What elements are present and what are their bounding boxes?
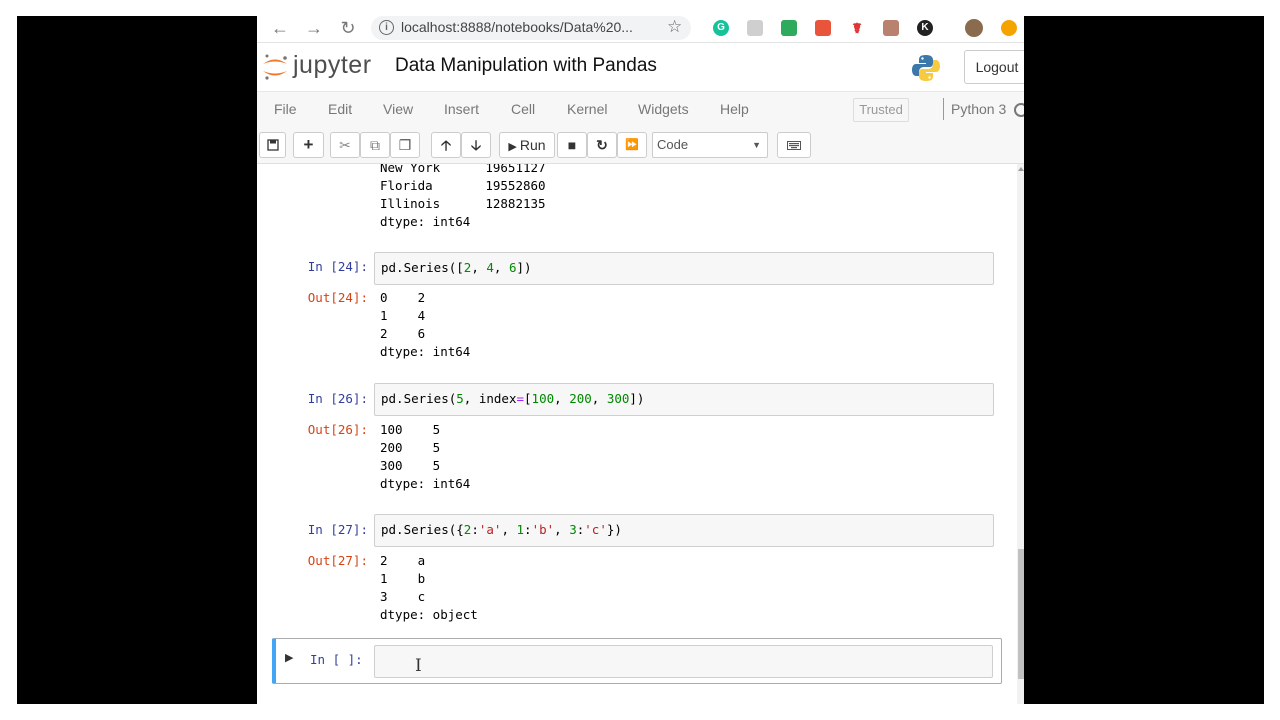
info-icon[interactable]: i [379, 20, 394, 35]
input-prompt: In [24]: [307, 259, 368, 274]
kernel-status-icon [1014, 103, 1024, 117]
menu-cell[interactable]: Cell [511, 101, 535, 117]
code-cell-input[interactable]: pd.Series(5, index=[100, 200, 300]) [374, 383, 994, 416]
extension-icon[interactable] [747, 20, 763, 36]
output-prompt: Out[26]: [307, 422, 368, 437]
run-label: Run [519, 137, 546, 153]
jupyter-header: jupyter Data Manipulation with Pandas Lo… [257, 43, 1024, 91]
screenshot-extension-icon[interactable] [781, 20, 797, 36]
interrupt-button[interactable]: ■ [557, 132, 587, 158]
output-line: 0 2 [380, 290, 426, 305]
keyboard-icon [787, 141, 801, 150]
scrollbar-thumb[interactable] [1018, 549, 1024, 679]
browser-window: ← → ↻ i localhost:8888/notebooks/Data%20… [257, 16, 1024, 704]
code-text: pd.Series({2:'a', 1:'b', 3:'c'}) [381, 522, 622, 537]
code-cell-input[interactable]: pd.Series([2, 4, 6]) [374, 252, 994, 285]
selected-cell[interactable]: ▶​ In [ ]: I [272, 638, 1002, 684]
lock-extension-icon[interactable]: ☤ [849, 20, 865, 36]
output-line: 200 5 [380, 440, 441, 455]
restart-run-all-button[interactable]: ⏩ [617, 132, 647, 158]
address-bar[interactable]: i localhost:8888/notebooks/Data%20... ☆ [371, 16, 691, 40]
scrollbar[interactable] [1017, 164, 1024, 704]
code-cell-input[interactable]: pd.Series({2:'a', 1:'b', 3:'c'}) [374, 514, 994, 547]
orange-extension-icon[interactable] [1001, 20, 1017, 36]
dropdown-arrow-icon: ▼ [752, 140, 761, 150]
profile-avatar[interactable] [965, 19, 983, 37]
output-line: dtype: int64 [380, 344, 471, 359]
cell-type-select[interactable]: Code ▼ [652, 132, 768, 158]
save-button[interactable] [259, 132, 286, 158]
pdf-extension-icon[interactable] [883, 20, 899, 36]
insert-cell-button[interactable]: + [293, 132, 324, 158]
run-cell-icon[interactable]: ▶​ [285, 651, 293, 664]
output-line: dtype: int64 [380, 476, 471, 491]
output-line: New York 19651127 [380, 164, 546, 175]
menu-edit[interactable]: Edit [328, 101, 352, 117]
browser-toolbar: ← → ↻ i localhost:8888/notebooks/Data%20… [257, 16, 1024, 43]
jupyter-logo-text: jupyter [293, 51, 372, 79]
address-url: localhost:8888/notebooks/Data%20... [401, 19, 633, 35]
copy-button[interactable]: ⧉ [360, 132, 390, 158]
scroll-up-icon[interactable] [1018, 167, 1024, 171]
output-line: Illinois 12882135 [380, 196, 546, 211]
run-button[interactable]: ▶​ Run [499, 132, 555, 158]
input-prompt: In [27]: [307, 522, 368, 537]
python-logo-icon [912, 55, 940, 81]
output-line: dtype: int64 [380, 214, 471, 229]
output-prompt: Out[27]: [307, 553, 368, 568]
output-line: 3 c [380, 589, 426, 604]
trusted-indicator[interactable]: Trusted [853, 98, 909, 122]
forward-icon[interactable]: → [303, 16, 325, 42]
output-line: 2 a [380, 553, 426, 568]
output-prompt: Out[24]: [307, 290, 368, 305]
reload-icon[interactable]: ↻ [337, 16, 359, 42]
right-black-border [1024, 16, 1264, 704]
text-cursor-icon: I [415, 656, 422, 676]
code-text: pd.Series(5, index=[100, 200, 300]) [381, 391, 645, 406]
menubar: File Edit View Insert Cell Kernel Widget… [257, 91, 1024, 128]
left-black-border [17, 16, 257, 704]
notebook-container: New York 19651127 Florida 19552860 Illin… [257, 164, 1024, 704]
output-line: 300 5 [380, 458, 441, 473]
menu-widgets[interactable]: Widgets [638, 101, 689, 117]
logout-button[interactable]: Logout [964, 50, 1024, 84]
restart-button[interactable]: ↻ [587, 132, 617, 158]
input-prompt: In [26]: [307, 391, 368, 406]
save-icon [266, 139, 279, 151]
input-prompt: In [ ]: [310, 652, 363, 667]
output-line: 2 6 [380, 326, 426, 341]
output-line: 100 5 [380, 422, 441, 437]
kernel-name[interactable]: Python 3 [951, 101, 1006, 117]
grammarly-extension-icon[interactable]: G [713, 20, 729, 36]
output-line: dtype: object [380, 607, 478, 622]
run-icon: ▶​ [508, 141, 517, 153]
move-up-button[interactable]: 🡡 [431, 132, 461, 158]
cut-button[interactable]: ✂ [330, 132, 360, 158]
paste-button[interactable]: ❐ [390, 132, 420, 158]
move-down-button[interactable]: 🡣 [461, 132, 491, 158]
menu-insert[interactable]: Insert [444, 101, 479, 117]
code-text: pd.Series([2, 4, 6]) [381, 260, 532, 275]
kernel-separator [943, 98, 944, 120]
menu-help[interactable]: Help [720, 101, 749, 117]
menu-kernel[interactable]: Kernel [567, 101, 607, 117]
k-extension-icon[interactable]: K [917, 20, 933, 36]
cell-type-value: Code [657, 137, 689, 152]
notebook-toolbar: + ✂ ⧉ ❐ 🡡 🡣 ▶​ Run ■ ↻ ⏩ Code ▼ [257, 127, 1024, 164]
output-line: Florida 19552860 [380, 178, 546, 193]
jupyter-logo-icon[interactable] [261, 53, 289, 81]
output-line: 1 b [380, 571, 426, 586]
empty-code-input[interactable]: I [374, 645, 993, 678]
notebook-title[interactable]: Data Manipulation with Pandas [395, 55, 657, 77]
notebook-page: New York 19651127 Florida 19552860 Illin… [257, 164, 1017, 704]
colorful-extension-icon[interactable] [815, 20, 831, 36]
back-icon[interactable]: ← [269, 16, 291, 42]
output-line: 1 4 [380, 308, 426, 323]
menu-file[interactable]: File [274, 101, 297, 117]
bookmark-star-icon[interactable]: ☆ [667, 17, 682, 37]
menu-view[interactable]: View [383, 101, 413, 117]
command-palette-button[interactable] [777, 132, 811, 158]
